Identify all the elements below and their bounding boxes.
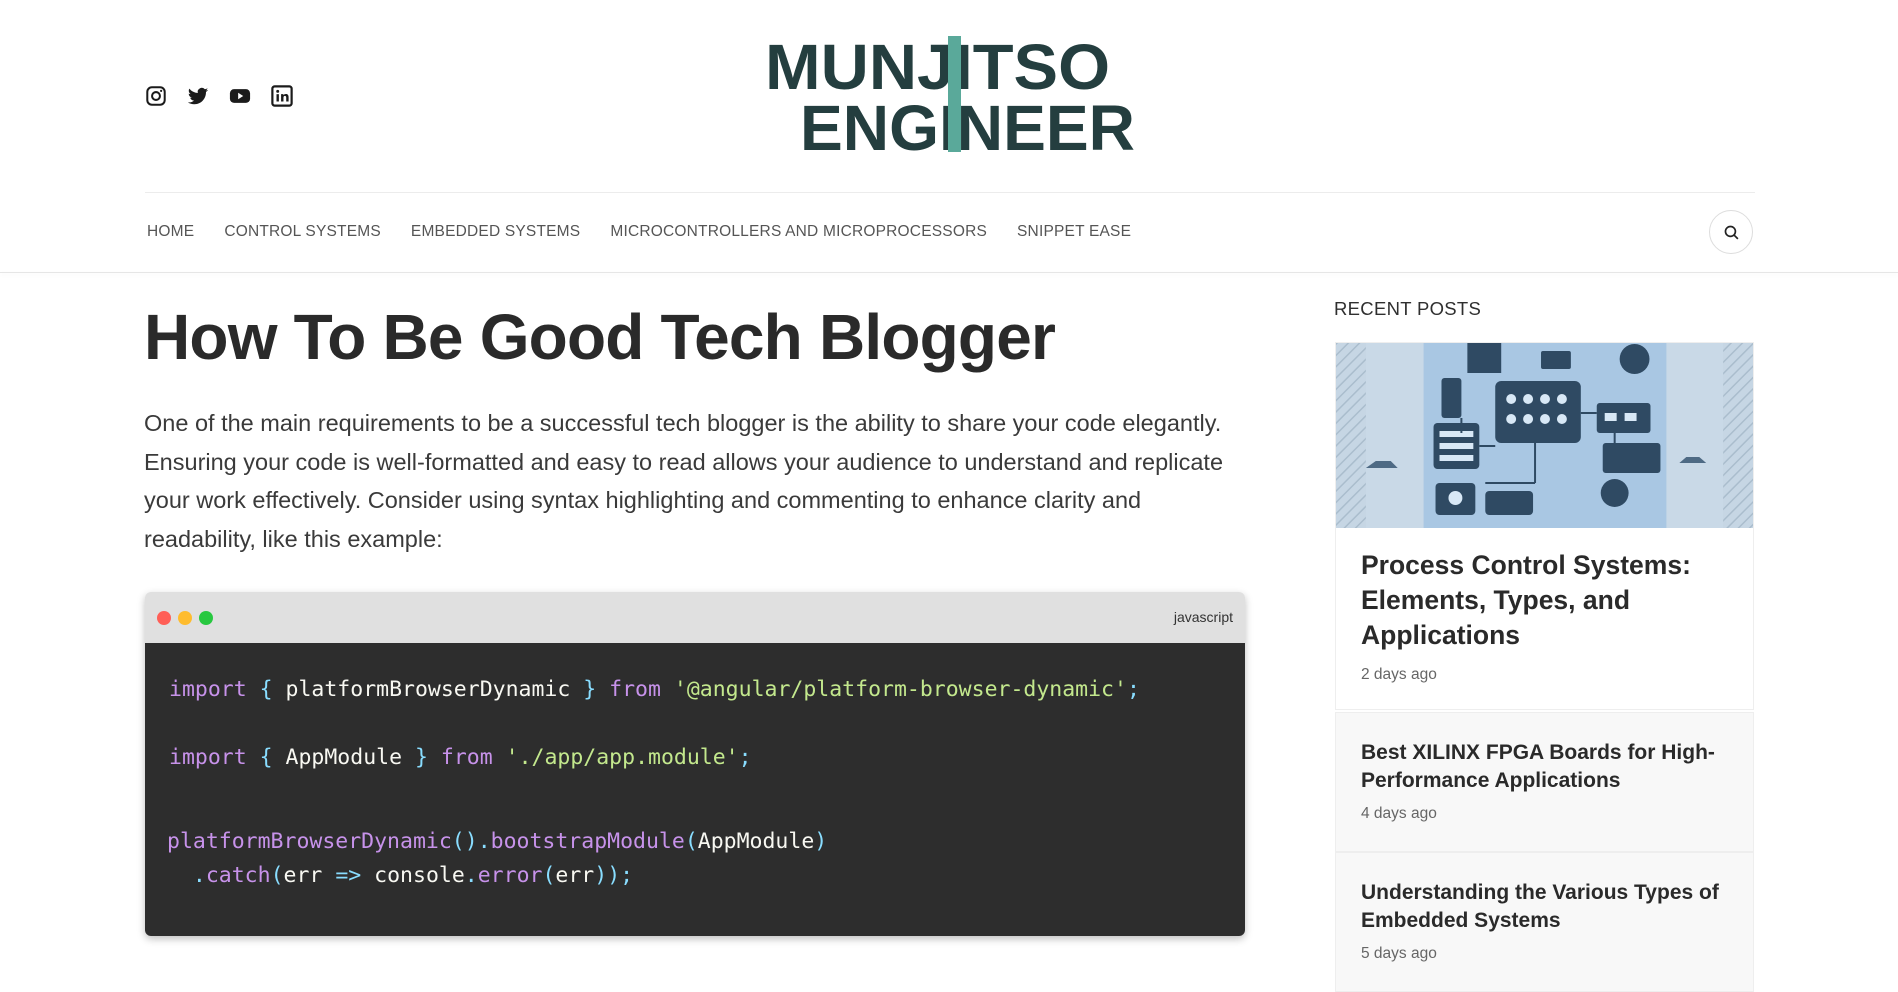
code-line-3: platformBrowserDynamic().bootstrapModule… xyxy=(167,829,828,854)
main-nav: HOME CONTROL SYSTEMS EMBEDDED SYSTEMS MI… xyxy=(147,223,1161,241)
post-title[interactable]: Best XILINX FPGA Boards for High-Perform… xyxy=(1361,739,1736,795)
code-line-1: import { platformBrowserDynamic } from '… xyxy=(169,677,1140,702)
recent-post-card[interactable]: Understanding the Various Types of Embed… xyxy=(1335,852,1754,992)
post-date: 2 days ago xyxy=(1361,666,1437,683)
post-title[interactable]: Process Control Systems: Elements, Types… xyxy=(1361,548,1721,653)
code-line-2: import { AppModule } from './app/app.mod… xyxy=(169,745,752,770)
social-links xyxy=(145,85,293,107)
header-divider xyxy=(145,192,1755,193)
search-icon xyxy=(1724,225,1738,239)
article-title: How To Be Good Tech Blogger xyxy=(144,301,1056,373)
search-button[interactable] xyxy=(1709,210,1753,254)
instagram-icon[interactable] xyxy=(145,85,167,107)
nav-item-snippet-ease[interactable]: SNIPPET EASE xyxy=(1017,223,1131,241)
nav-item-control-systems[interactable]: CONTROL SYSTEMS xyxy=(224,223,381,241)
nav-divider xyxy=(0,272,1898,273)
nav-item-microcontrollers[interactable]: MICROCONTROLLERS AND MICROPROCESSORS xyxy=(610,223,987,241)
post-date: 5 days ago xyxy=(1361,945,1437,962)
logo-line-2: ENGINEER xyxy=(800,92,1135,154)
code-body[interactable]: import { platformBrowserDynamic } from '… xyxy=(145,643,1245,936)
code-language-label: javascript xyxy=(1173,609,1233,625)
nav-item-embedded-systems[interactable]: EMBEDDED SYSTEMS xyxy=(411,223,580,241)
nav-item-home[interactable]: HOME xyxy=(147,223,194,241)
article-intro: One of the main requirements to be a suc… xyxy=(144,410,1224,552)
window-dot-red xyxy=(157,611,171,625)
window-dot-green xyxy=(199,611,213,625)
window-dot-yellow xyxy=(178,611,192,625)
recent-posts-heading: RECENT POSTS xyxy=(1334,298,1482,319)
recent-post-card[interactable]: Best XILINX FPGA Boards for High-Perform… xyxy=(1335,712,1754,852)
youtube-icon[interactable] xyxy=(229,85,251,107)
code-block-header: javascript xyxy=(145,592,1245,643)
recent-post-card[interactable]: Process Control Systems: Elements, Types… xyxy=(1335,342,1754,710)
post-date: 4 days ago xyxy=(1361,805,1437,822)
code-line-4: .catch(err => console.error(err)); xyxy=(192,863,634,888)
linkedin-icon[interactable] xyxy=(271,85,293,107)
post-title[interactable]: Understanding the Various Types of Embed… xyxy=(1361,879,1736,935)
site-logo[interactable]: MUNJITSO ENGINEER xyxy=(765,32,1135,154)
code-block: javascript import { platformBrowserDynam… xyxy=(145,592,1245,936)
post-thumbnail[interactable] xyxy=(1336,343,1753,528)
logo-accent-bar xyxy=(948,36,961,152)
twitter-icon[interactable] xyxy=(187,85,209,107)
